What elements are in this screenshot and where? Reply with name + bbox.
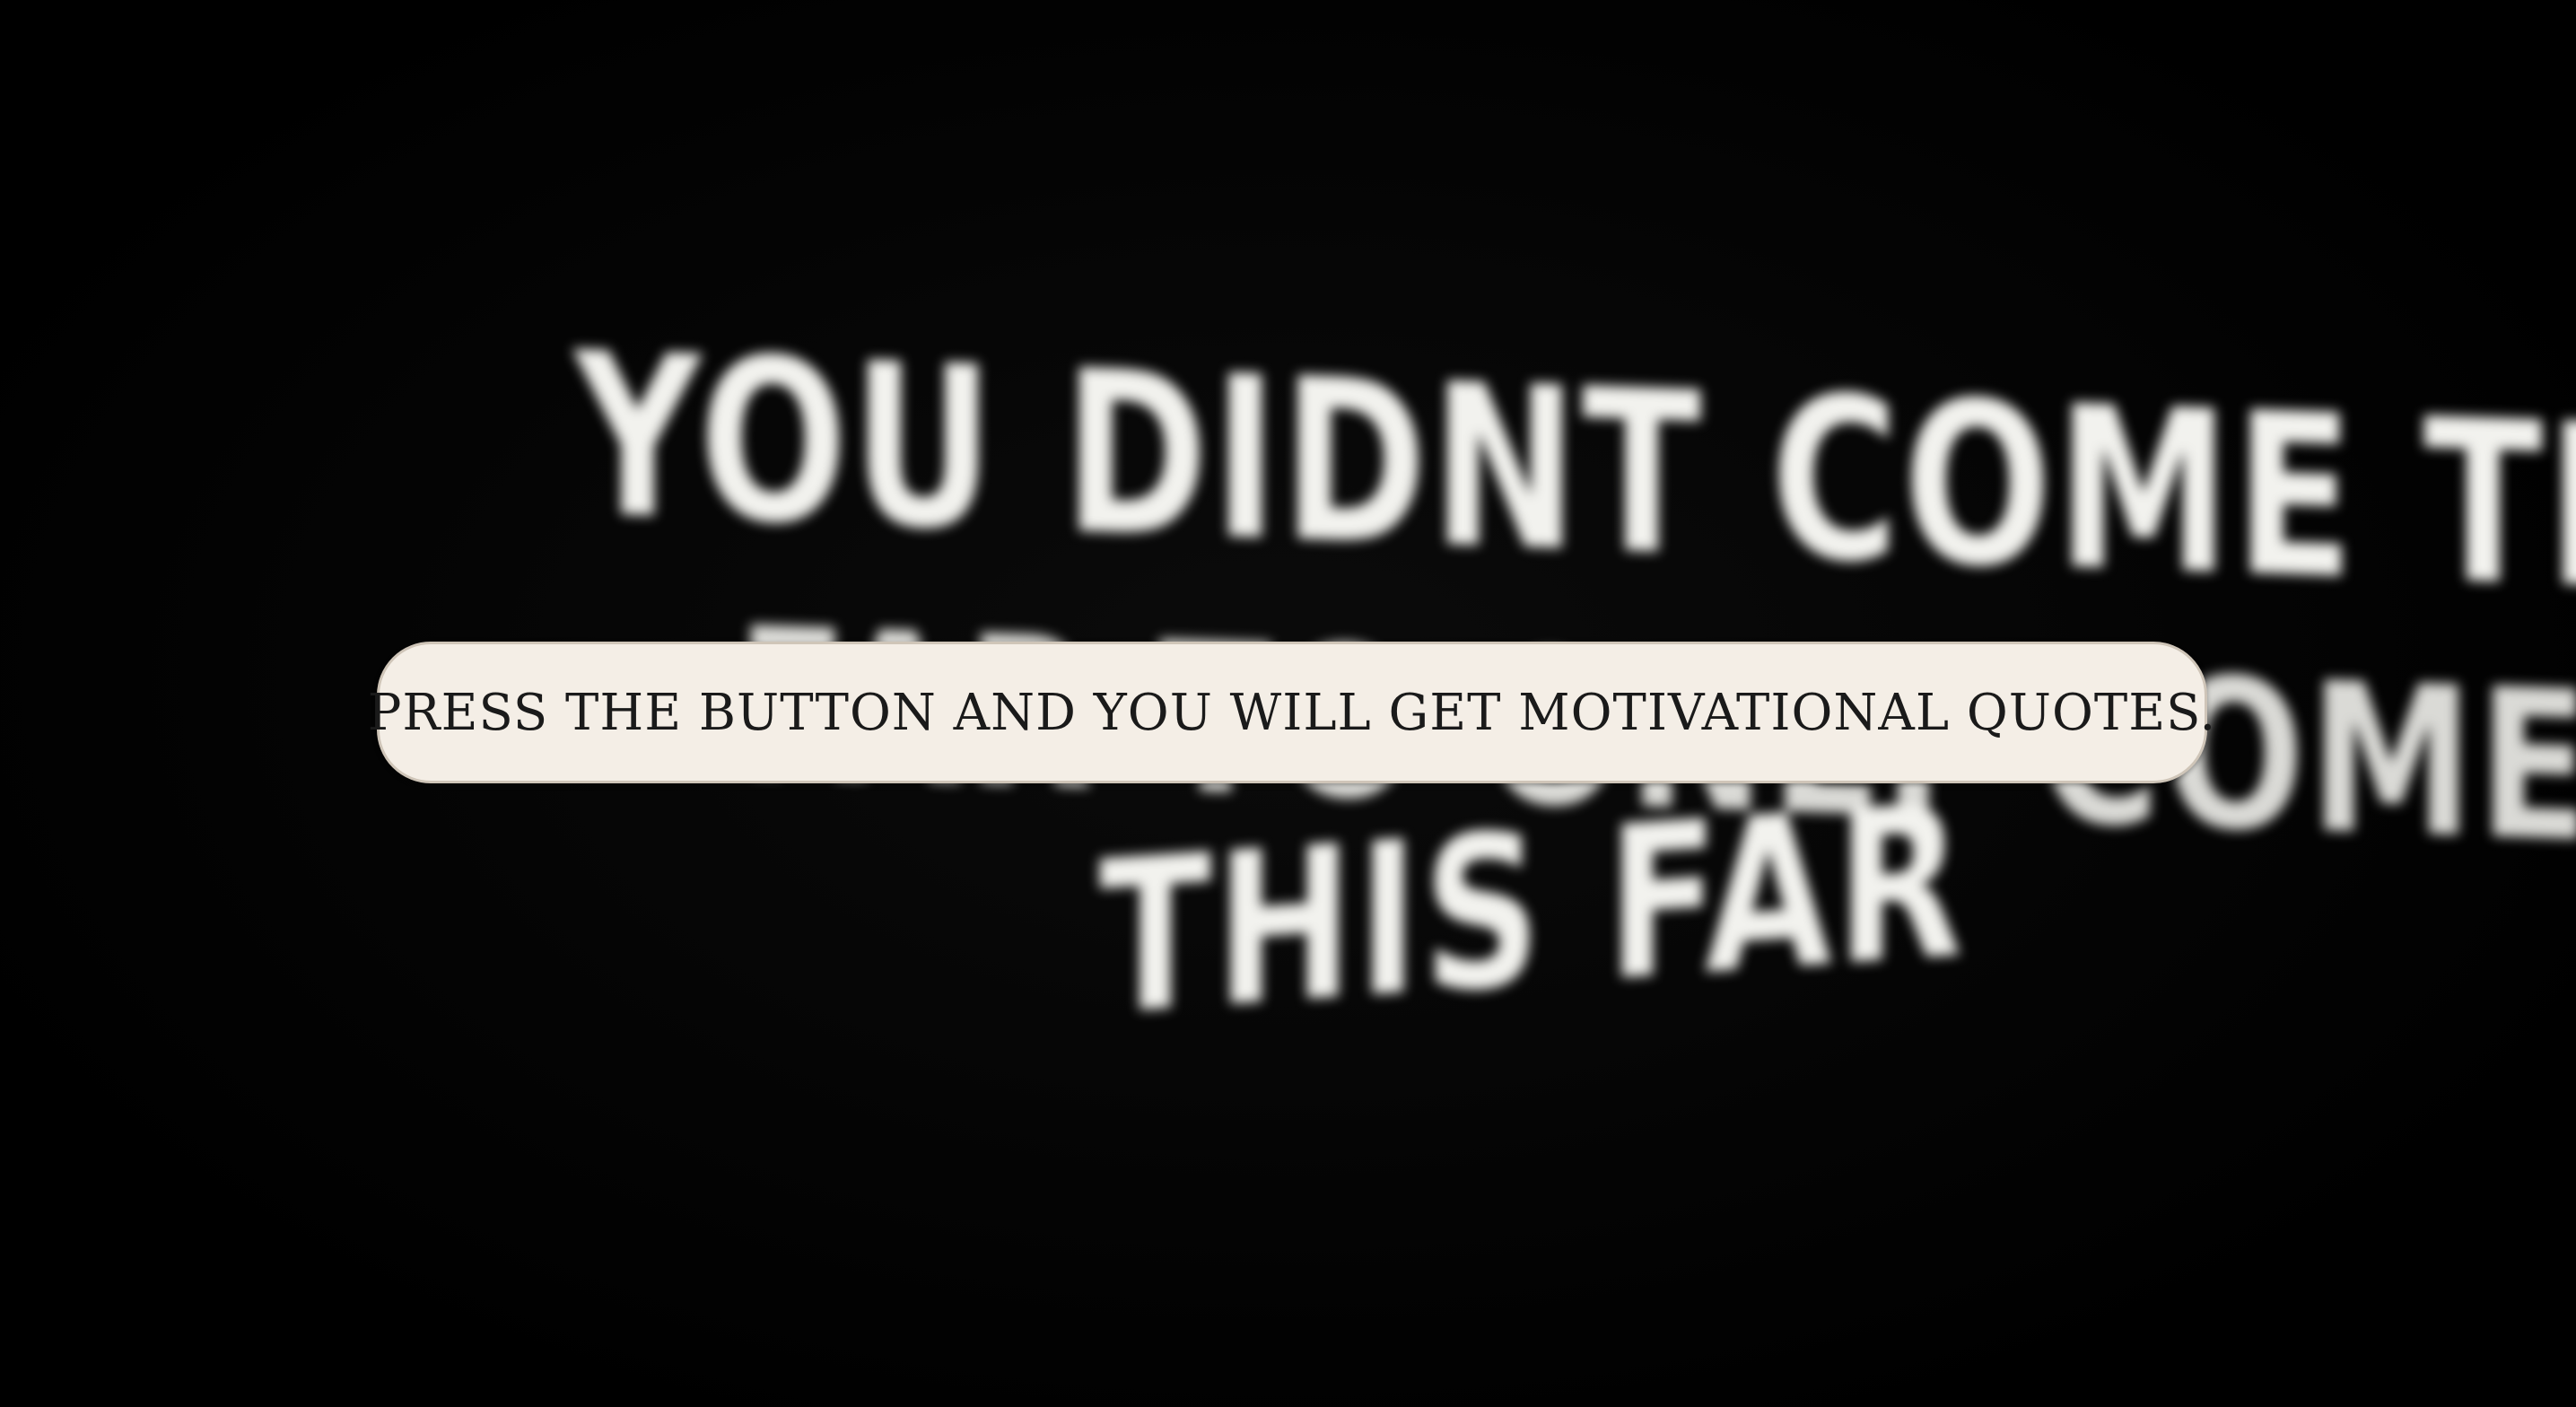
board-line-1: YOU DIDNT COME THIS xyxy=(574,304,2576,649)
page-background: YOU DIDNT COME THIS FAR TO ONLY COME THI… xyxy=(0,0,2576,1407)
quote-button-label: PRESS THE BUTTON AND YOU WILL GET MOTIVA… xyxy=(367,683,2217,742)
motivational-quote-button[interactable]: PRESS THE BUTTON AND YOU WILL GET MOTIVA… xyxy=(368,642,2215,783)
board-line-3: THIS FAR xyxy=(1099,759,1968,1062)
